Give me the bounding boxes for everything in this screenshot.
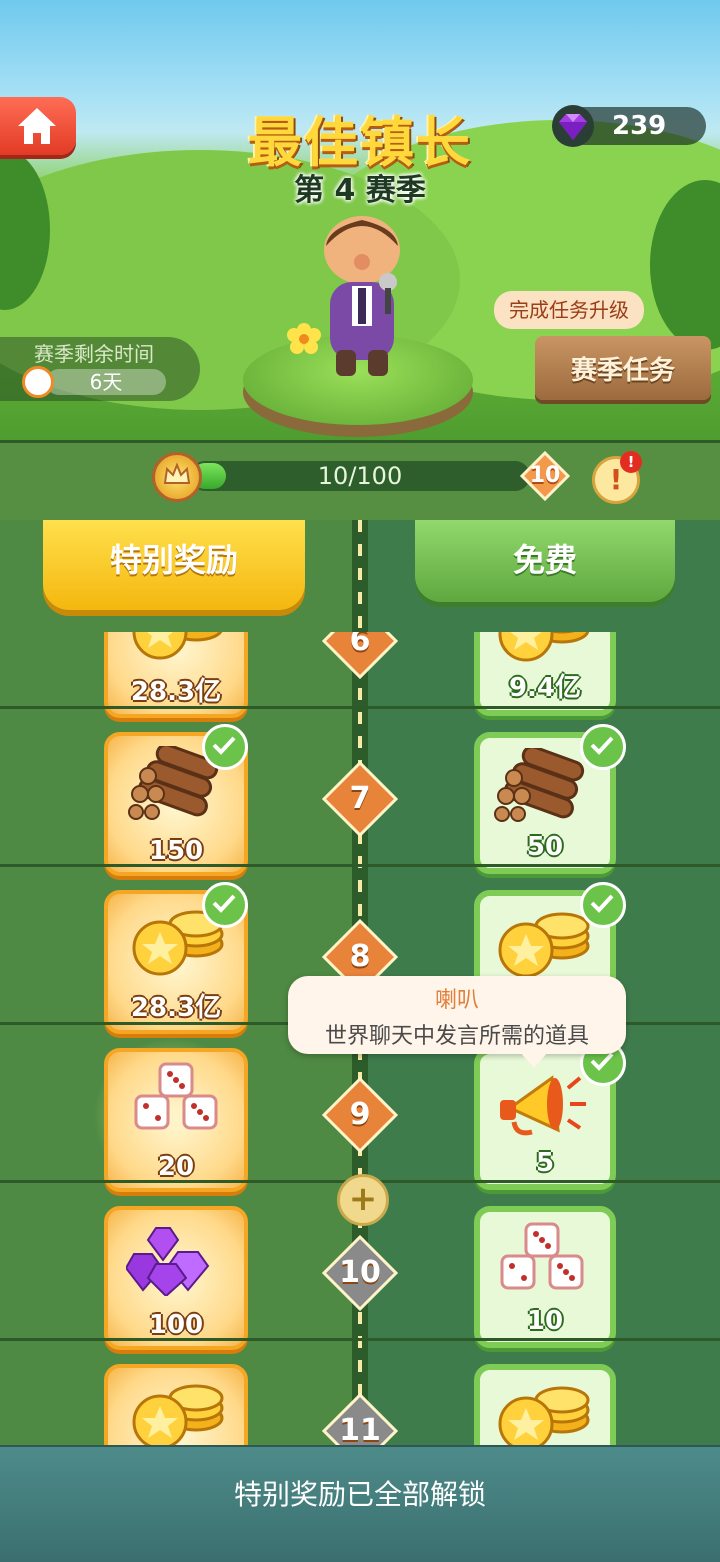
season-time-value: 6天 — [89, 370, 123, 394]
logs-icon — [492, 745, 592, 828]
special-reward-amount: 100 — [148, 1310, 204, 1340]
task-upgrade-bubble: 完成任务升级 — [494, 291, 644, 329]
add-level-button[interactable]: + — [337, 1174, 389, 1226]
coins-icon — [492, 1380, 592, 1445]
tooltip-title: 喇叭 — [434, 988, 479, 1013]
season-time-label: 赛季剩余时间 — [34, 342, 154, 366]
free-reward-amount: 50 — [526, 832, 564, 862]
row-divider — [0, 706, 720, 709]
claimed-check-icon — [202, 882, 248, 928]
special-reward-card[interactable]: 20 — [104, 1048, 248, 1192]
tab-free-rewards[interactable]: 免费 — [415, 520, 675, 602]
row-divider — [0, 1338, 720, 1341]
dice-icon — [492, 1222, 592, 1302]
coins-icon — [492, 632, 592, 670]
level-number: 11 — [339, 1413, 381, 1445]
coins-icon — [126, 632, 226, 668]
tab-special-label: 特别奖励 — [109, 541, 238, 579]
special-reward-amount: 150 — [148, 836, 204, 866]
free-reward-card[interactable]: 9.4亿 — [474, 632, 616, 716]
flower-icon — [287, 323, 321, 354]
season-label: 第 4 赛季 — [294, 173, 426, 208]
mayor-character — [324, 216, 400, 376]
free-reward-amount: 9.4亿 — [508, 673, 582, 703]
free-reward-amount: 5 — [535, 1148, 555, 1178]
coins-icon — [126, 1378, 226, 1445]
clock-icon — [22, 366, 54, 398]
gem-count: 239 — [612, 111, 667, 141]
footer-message: 特别奖励已全部解锁 — [233, 1478, 486, 1511]
level-number: 9 — [349, 1097, 371, 1132]
gem-icon — [552, 105, 594, 147]
special-reward-amount: 28.3亿 — [130, 677, 222, 707]
season-tasks-label: 赛季任务 — [570, 356, 675, 386]
level-number: 7 — [349, 781, 371, 816]
tooltip-description: 世界聊天中发言所需的道具 — [324, 1024, 589, 1049]
level-number: 10 — [339, 1255, 381, 1290]
free-reward-card[interactable]: 10 — [474, 1206, 616, 1348]
special-reward-amount: 28.3亿 — [130, 993, 222, 1023]
tab-free-label: 免费 — [512, 541, 577, 579]
free-reward-amount: 10 — [526, 1306, 564, 1336]
progress-text: 10/100 — [317, 462, 403, 490]
coins-icon — [492, 906, 592, 986]
megaphone-icon — [492, 1064, 592, 1144]
free-reward-card[interactable] — [474, 1364, 616, 1445]
alert-badge: ! — [620, 451, 642, 473]
claimed-check-icon — [580, 724, 626, 770]
gems-icon — [124, 1220, 226, 1300]
special-reward-card[interactable]: 100 — [104, 1206, 248, 1350]
row-divider — [0, 864, 720, 867]
current-level: 10 — [529, 463, 561, 488]
tab-special-rewards[interactable]: 特别奖励 — [43, 520, 305, 610]
crown-medal-icon — [152, 452, 202, 502]
special-reward-card[interactable] — [104, 1364, 248, 1445]
level-number: 6 — [349, 632, 371, 658]
claimed-check-icon — [580, 882, 626, 928]
claimed-check-icon — [202, 724, 248, 770]
special-reward-amount: 20 — [157, 1152, 195, 1182]
dice-icon — [126, 1062, 226, 1142]
